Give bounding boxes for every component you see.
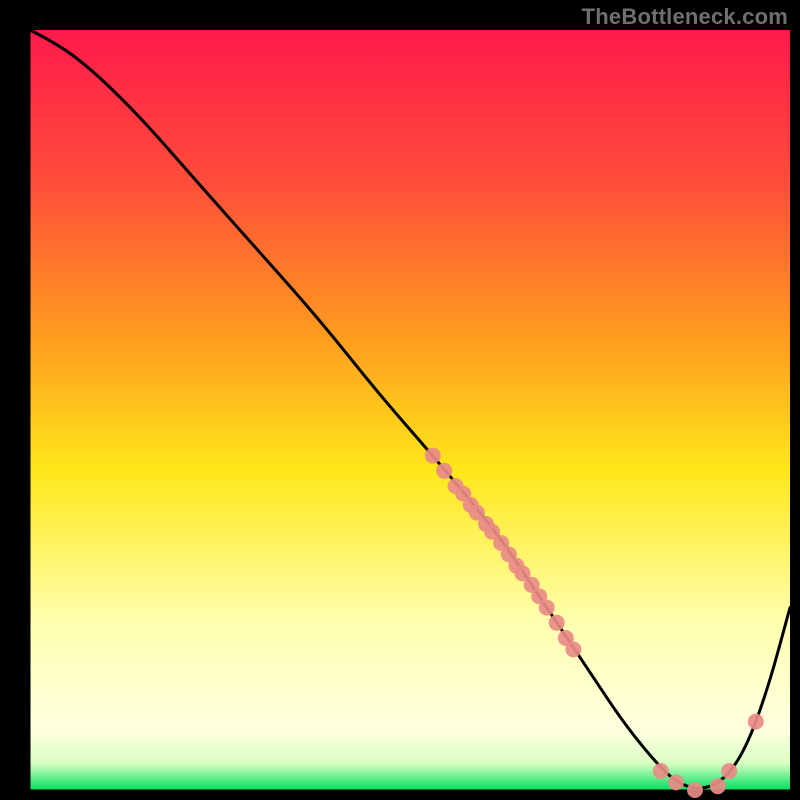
data-marker: [549, 615, 565, 631]
data-marker: [668, 774, 684, 790]
data-marker: [436, 463, 452, 479]
data-marker: [565, 641, 581, 657]
bottleneck-chart: [0, 0, 800, 800]
chart-stage: TheBottleneck.com: [0, 0, 800, 800]
data-marker: [687, 782, 703, 798]
data-marker: [653, 763, 669, 779]
plot-background: [30, 30, 790, 790]
data-marker: [721, 763, 737, 779]
data-marker: [748, 714, 764, 730]
data-marker: [710, 778, 726, 794]
data-marker: [539, 600, 555, 616]
watermark-text: TheBottleneck.com: [582, 4, 788, 30]
data-marker: [425, 448, 441, 464]
